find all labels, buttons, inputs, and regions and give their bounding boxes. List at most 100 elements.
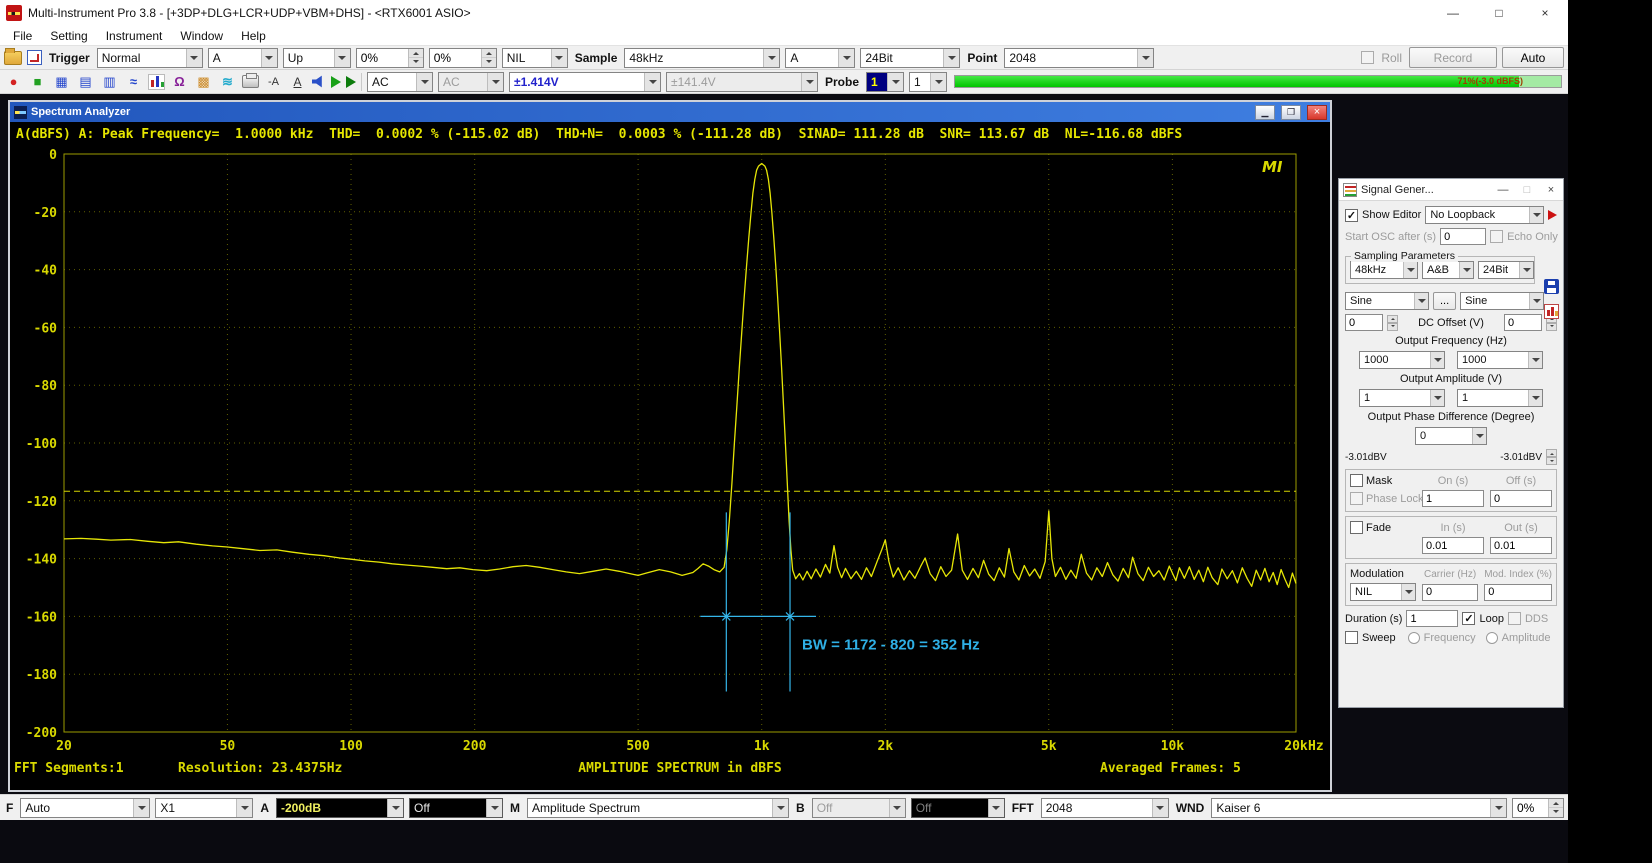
spectrum-window-titlebar[interactable]: Spectrum Analyzer ▁ ❒ × bbox=[10, 102, 1330, 122]
echo-only-checkbox[interactable] bbox=[1490, 230, 1503, 243]
chevron-down-icon[interactable] bbox=[236, 799, 252, 817]
spinner-arrows-icon[interactable] bbox=[1546, 449, 1557, 465]
restart-icon[interactable] bbox=[346, 76, 356, 88]
freq-axis-select[interactable]: Auto bbox=[20, 798, 150, 818]
dds-checkbox[interactable] bbox=[1508, 612, 1521, 625]
carrier-input[interactable]: 0 bbox=[1422, 584, 1478, 601]
chevron-down-icon[interactable] bbox=[387, 799, 403, 817]
fade-out-input[interactable]: 0.01 bbox=[1490, 537, 1552, 554]
run-icon[interactable] bbox=[331, 76, 341, 88]
wave-a-select[interactable]: Sine bbox=[1345, 292, 1429, 310]
chevron-down-icon[interactable] bbox=[416, 73, 432, 91]
print-icon[interactable] bbox=[242, 75, 259, 88]
siggen-sample-rate-select[interactable]: 48kHz bbox=[1350, 261, 1418, 279]
window-function-select[interactable]: Kaiser 6 bbox=[1211, 798, 1507, 818]
show-editor-checkbox[interactable] bbox=[1345, 209, 1358, 222]
speaker-icon[interactable] bbox=[312, 75, 326, 88]
dc-offset-a-input[interactable]: 0 bbox=[1345, 314, 1383, 331]
chevron-down-icon[interactable] bbox=[1430, 390, 1444, 406]
roll-checkbox[interactable] bbox=[1361, 51, 1374, 64]
chevron-down-icon[interactable] bbox=[1152, 799, 1168, 817]
loop-checkbox[interactable] bbox=[1462, 612, 1475, 625]
chevron-down-icon[interactable] bbox=[988, 799, 1004, 817]
b-mode-select[interactable]: Off bbox=[911, 798, 1005, 818]
mod-index-input[interactable]: 0 bbox=[1484, 584, 1552, 601]
chevron-down-icon[interactable] bbox=[186, 49, 202, 67]
spectrum-restore-button[interactable]: ❒ bbox=[1281, 105, 1301, 120]
duration-input[interactable]: 1 bbox=[1406, 610, 1458, 627]
math-mode-select[interactable]: Amplitude Spectrum bbox=[527, 798, 789, 818]
menu-file[interactable]: File bbox=[4, 27, 41, 45]
freq-a-combo[interactable]: 1000 bbox=[1359, 351, 1445, 369]
waveform-library-icon[interactable] bbox=[1544, 304, 1559, 319]
chevron-down-icon[interactable] bbox=[1528, 352, 1542, 368]
spectrum-analyzer-icon[interactable] bbox=[148, 74, 165, 90]
chevron-down-icon[interactable] bbox=[1490, 799, 1506, 817]
trigger-mode-select[interactable]: Normal bbox=[97, 48, 203, 68]
phase-lock-checkbox[interactable] bbox=[1350, 492, 1363, 505]
fft-size-select[interactable]: 2048 bbox=[1041, 798, 1169, 818]
amp-b-combo[interactable]: 1 bbox=[1457, 389, 1543, 407]
chevron-down-icon[interactable] bbox=[1472, 428, 1486, 444]
point-count-select[interactable]: 2048 bbox=[1004, 48, 1154, 68]
range-a-select[interactable]: ±1.414V bbox=[509, 72, 661, 92]
probe-a-select[interactable]: 1 bbox=[866, 72, 904, 92]
sample-channel-select[interactable]: A bbox=[785, 48, 855, 68]
chevron-down-icon[interactable] bbox=[487, 73, 503, 91]
record-icon[interactable]: ● bbox=[4, 73, 23, 91]
chevron-down-icon[interactable] bbox=[801, 73, 817, 91]
sample-rate-select[interactable]: 48kHz bbox=[624, 48, 780, 68]
modulation-type-select[interactable]: NIL bbox=[1350, 583, 1416, 601]
open-file-icon[interactable] bbox=[4, 51, 22, 65]
menu-window[interactable]: Window bbox=[171, 27, 232, 45]
chevron-down-icon[interactable] bbox=[889, 799, 905, 817]
chevron-down-icon[interactable] bbox=[334, 49, 350, 67]
chevron-down-icon[interactable] bbox=[1528, 390, 1542, 406]
menu-help[interactable]: Help bbox=[232, 27, 275, 45]
spinner-arrows-icon[interactable] bbox=[1387, 315, 1398, 331]
spinner-arrows-icon[interactable] bbox=[408, 49, 423, 67]
wave-b-select[interactable]: Sine bbox=[1460, 292, 1544, 310]
chevron-down-icon[interactable] bbox=[1529, 293, 1543, 309]
auto-button[interactable]: Auto bbox=[1502, 47, 1564, 68]
loopback-select[interactable]: No Loopback bbox=[1425, 206, 1544, 224]
output-play-icon[interactable] bbox=[1548, 210, 1557, 220]
record-button[interactable]: Record bbox=[1409, 47, 1497, 68]
spectrum-minimize-button[interactable]: ▁ bbox=[1255, 105, 1275, 120]
chevron-down-icon[interactable] bbox=[1529, 207, 1543, 223]
chevron-down-icon[interactable] bbox=[763, 49, 779, 67]
mask-checkbox[interactable] bbox=[1350, 474, 1363, 487]
font-underline-icon[interactable]: A bbox=[288, 73, 307, 91]
chevron-down-icon[interactable] bbox=[1459, 262, 1473, 278]
probe-b-select[interactable]: 1 bbox=[909, 72, 947, 92]
a-mode-select[interactable]: Off bbox=[409, 798, 503, 818]
chevron-down-icon[interactable] bbox=[133, 799, 149, 817]
trigger-hpf-select[interactable]: NIL bbox=[502, 48, 568, 68]
range-b-select[interactable]: ±141.4V bbox=[666, 72, 818, 92]
menu-instrument[interactable]: Instrument bbox=[97, 27, 172, 45]
stop-icon[interactable]: ■ bbox=[28, 73, 47, 91]
chevron-down-icon[interactable] bbox=[838, 49, 854, 67]
spinner-arrows-icon[interactable] bbox=[481, 49, 496, 67]
font-decrease-icon[interactable]: -A bbox=[264, 73, 283, 91]
spinner-arrows-icon[interactable] bbox=[1548, 799, 1563, 817]
sweep-checkbox[interactable] bbox=[1345, 631, 1358, 644]
fade-checkbox[interactable] bbox=[1350, 521, 1363, 534]
siggen-maximize-button[interactable]: □ bbox=[1517, 184, 1537, 196]
spectrogram-icon[interactable]: ▩ bbox=[194, 73, 213, 91]
menu-setting[interactable]: Setting bbox=[41, 27, 96, 45]
trigger-delay-spinner[interactable]: 0% bbox=[429, 48, 497, 68]
a-range-select[interactable]: -200dB bbox=[276, 798, 404, 818]
chevron-down-icon[interactable] bbox=[887, 73, 903, 91]
amp-a-combo[interactable]: 1 bbox=[1359, 389, 1445, 407]
wave-more-button[interactable]: ... bbox=[1433, 292, 1456, 310]
chevron-down-icon[interactable] bbox=[261, 49, 277, 67]
b-range-select[interactable]: Off bbox=[812, 798, 906, 818]
chevron-down-icon[interactable] bbox=[772, 799, 788, 817]
chevron-down-icon[interactable] bbox=[1403, 262, 1417, 278]
overlap-spinner[interactable]: 0% bbox=[1512, 798, 1564, 818]
chevron-down-icon[interactable] bbox=[644, 73, 660, 91]
siggen-channels-select[interactable]: A&B bbox=[1422, 261, 1474, 279]
trigger-level-spinner[interactable]: 0% bbox=[356, 48, 424, 68]
sweep-frequency-radio[interactable] bbox=[1408, 632, 1420, 644]
